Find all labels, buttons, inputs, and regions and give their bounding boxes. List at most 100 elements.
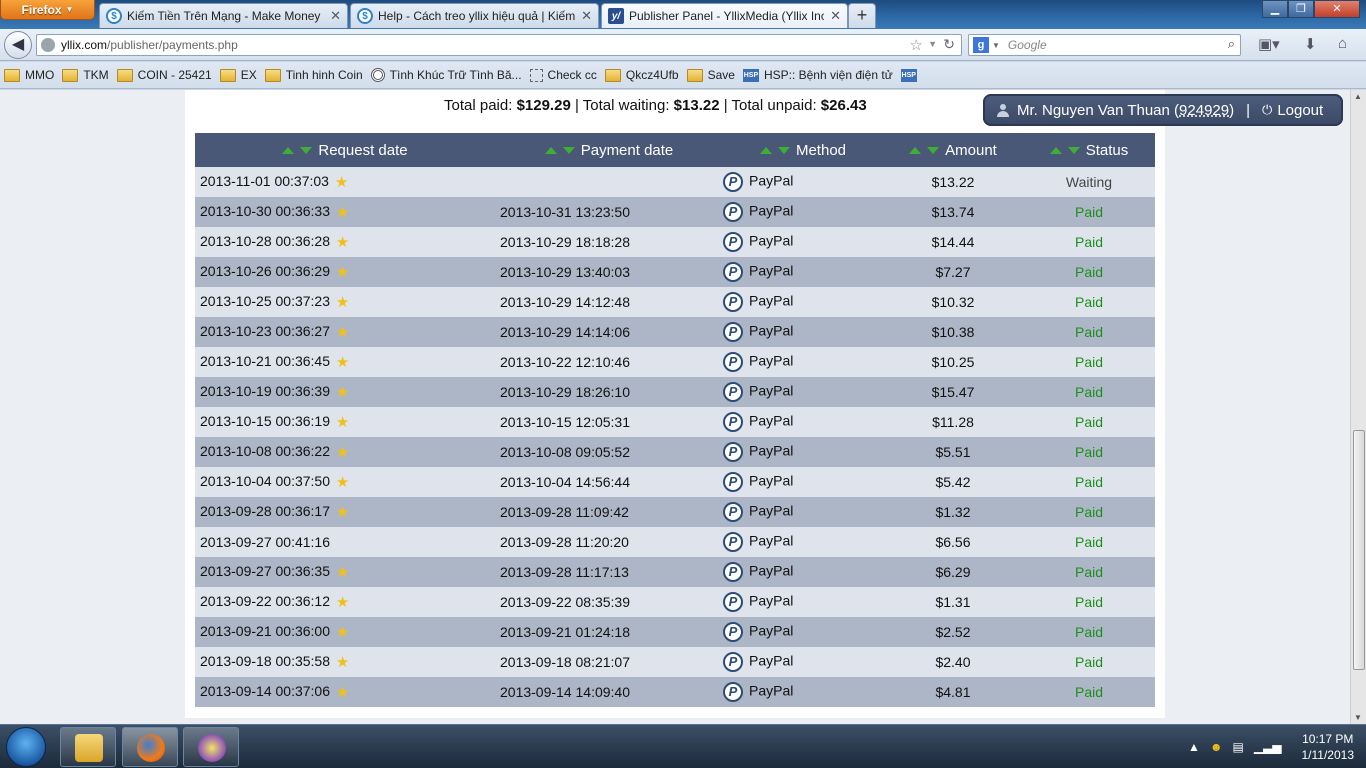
taskbar-messenger-button[interactable] bbox=[183, 727, 239, 767]
payment-amount: $10.25 bbox=[931, 354, 975, 370]
bookmark-item[interactable]: Tình Khúc Trữ Tình Bă... bbox=[370, 68, 522, 82]
payment-date: 2013-10-29 14:14:06 bbox=[500, 324, 630, 340]
star-icon: ★ bbox=[335, 504, 350, 521]
payment-date: 2013-09-28 11:17:13 bbox=[500, 564, 629, 580]
scroll-up-icon[interactable]: ▲ bbox=[1354, 92, 1362, 101]
payment-date-cell: 2013-09-14 14:09:40 bbox=[495, 677, 723, 707]
column-header-payment-date[interactable]: Payment date bbox=[495, 133, 723, 167]
url-bar[interactable]: yllix.com/publisher/payments.php ☆ ▼ ↻ bbox=[36, 34, 962, 56]
user-id[interactable]: 924929 bbox=[1179, 102, 1229, 119]
back-button[interactable]: ◀ bbox=[4, 31, 32, 59]
bookmark-item[interactable]: EX bbox=[219, 68, 257, 82]
logout-link[interactable]: Logout bbox=[1277, 102, 1323, 119]
sort-asc-icon[interactable] bbox=[544, 147, 557, 155]
search-icon[interactable]: ⌕ bbox=[1228, 36, 1235, 52]
home-icon[interactable]: ⌂ bbox=[1338, 35, 1347, 52]
request-date-cell: 2013-10-08 00:36:22 ★ bbox=[195, 437, 495, 467]
emoticon-icon[interactable]: ☻ bbox=[1210, 740, 1223, 754]
minimize-button[interactable]: ▁ bbox=[1262, 0, 1288, 18]
request-date-cell: 2013-09-27 00:41:16 bbox=[195, 527, 495, 557]
sort-desc-icon[interactable] bbox=[927, 147, 940, 155]
status-badge: Paid bbox=[1074, 444, 1104, 460]
bookmark-star-icon[interactable]: ☆ bbox=[910, 36, 923, 54]
total-paid-label: Total paid: bbox=[444, 97, 513, 114]
sort-asc-icon[interactable] bbox=[1049, 147, 1062, 155]
bookmark-item[interactable]: HSP HSP:: Bệnh viện điện tử bbox=[742, 68, 893, 82]
hsp-icon: HSP bbox=[900, 68, 917, 82]
new-tab-button[interactable]: + bbox=[848, 3, 876, 28]
downloads-icon[interactable]: ⬇ bbox=[1304, 35, 1317, 53]
column-header-amount[interactable]: Amount bbox=[883, 133, 1023, 167]
payment-amount: $13.74 bbox=[931, 204, 975, 220]
bookmark-item[interactable]: MMO bbox=[4, 68, 54, 82]
tab-help-yllix[interactable]: $ Help - Cách treo yllix hiệu quả | Kiếm… bbox=[350, 3, 599, 28]
close-icon[interactable]: ✕ bbox=[830, 8, 841, 24]
close-window-button[interactable]: ✕ bbox=[1314, 0, 1360, 18]
power-icon[interactable]: ⏻ bbox=[1262, 102, 1272, 118]
history-dropdown-icon[interactable]: ▼ bbox=[928, 39, 937, 49]
signal-icon[interactable]: ▁▃▅ bbox=[1254, 740, 1282, 754]
bookmark-item[interactable]: Save bbox=[686, 68, 735, 82]
tab-kiem-tien[interactable]: $ Kiếm Tiền Trên Mạng - Make Money ... ✕ bbox=[99, 3, 348, 28]
table-header-row: Request date Payment date Method Amount … bbox=[195, 133, 1155, 167]
amount-cell: $10.38 bbox=[883, 317, 1023, 347]
amount-cell: $10.25 bbox=[883, 347, 1023, 377]
method-cell: P PayPal bbox=[723, 347, 883, 377]
chevron-up-icon[interactable]: ▲ bbox=[1188, 740, 1200, 754]
bookmark-item[interactable]: Tinh hinh Coin bbox=[264, 68, 363, 82]
sort-asc-icon[interactable] bbox=[282, 147, 295, 155]
taskbar-explorer-button[interactable] bbox=[60, 727, 116, 767]
sort-asc-icon[interactable] bbox=[759, 147, 772, 155]
tab-publisher-panel[interactable]: y/ Publisher Panel - YllixMedia (Yllix I… bbox=[601, 3, 848, 28]
scroll-down-icon[interactable]: ▼ bbox=[1354, 713, 1362, 722]
sort-desc-icon[interactable] bbox=[1067, 147, 1080, 155]
close-icon[interactable]: ✕ bbox=[330, 8, 341, 24]
reload-icon[interactable]: ↻ bbox=[943, 36, 955, 53]
request-date: 2013-10-04 00:37:50 bbox=[200, 473, 330, 489]
payment-date-cell: 2013-10-29 14:14:06 bbox=[495, 317, 723, 347]
sort-asc-icon[interactable] bbox=[909, 147, 922, 155]
request-date: 2013-10-19 00:36:39 bbox=[200, 383, 330, 399]
firefox-menu-button[interactable]: Firefox ▼ bbox=[0, 0, 95, 20]
table-row: 2013-10-25 00:37:23 ★ 2013-10-29 14:12:48… bbox=[195, 287, 1155, 317]
column-header-status[interactable]: Status bbox=[1023, 133, 1155, 167]
google-engine-icon[interactable]: g bbox=[973, 37, 989, 53]
clock[interactable]: 10:17 PM 1/11/2013 bbox=[1302, 731, 1355, 763]
clipboard-icon[interactable]: ▤ bbox=[1232, 740, 1243, 754]
status-badge: Paid bbox=[1074, 204, 1104, 220]
bookmark-item[interactable]: COIN - 25421 bbox=[116, 68, 212, 82]
payment-method: PayPal bbox=[749, 232, 794, 249]
payment-date: 2013-09-28 11:09:42 bbox=[500, 504, 629, 520]
chevron-down-icon: ▼ bbox=[65, 5, 74, 14]
search-bar[interactable]: g ▼ Google ⌕ bbox=[968, 34, 1241, 56]
column-label: Payment date bbox=[580, 141, 674, 159]
restore-button[interactable]: ❐ bbox=[1288, 0, 1314, 18]
bookmark-overflow[interactable]: HSP bbox=[900, 68, 922, 82]
bookmark-item[interactable]: Qkcz4Ufb bbox=[604, 68, 679, 82]
method-cell: P PayPal bbox=[723, 317, 883, 347]
vertical-scrollbar[interactable]: ▲ ▼ bbox=[1350, 90, 1366, 724]
scrollbar-thumb[interactable] bbox=[1353, 430, 1365, 670]
column-label: Request date bbox=[318, 141, 408, 159]
payment-date: 2013-10-29 18:26:10 bbox=[500, 384, 630, 400]
paypal-icon: P bbox=[723, 352, 743, 372]
bookmark-item[interactable]: TKM bbox=[62, 68, 109, 82]
column-header-request-date[interactable]: Request date bbox=[195, 133, 495, 167]
payment-date-cell: 2013-10-29 18:18:28 bbox=[495, 227, 723, 257]
taskbar-firefox-button[interactable] bbox=[122, 727, 178, 767]
start-button[interactable] bbox=[6, 727, 46, 767]
sort-desc-icon[interactable] bbox=[562, 147, 575, 155]
request-date: 2013-10-26 00:36:29 bbox=[200, 263, 330, 279]
payment-date-cell: 2013-09-28 11:17:13 bbox=[495, 557, 723, 587]
close-icon[interactable]: ✕ bbox=[581, 8, 592, 24]
sort-desc-icon[interactable] bbox=[300, 147, 313, 155]
sort-desc-icon[interactable] bbox=[777, 147, 790, 155]
payment-date: 2013-10-15 12:05:31 bbox=[500, 414, 630, 430]
column-header-method[interactable]: Method bbox=[723, 133, 883, 167]
bookmark-item[interactable]: Check cc bbox=[529, 68, 597, 82]
user-name[interactable]: Mr. Nguyen Van Thuan bbox=[1017, 102, 1170, 119]
star-icon: ★ bbox=[335, 564, 350, 581]
payment-date: 2013-10-29 18:18:28 bbox=[500, 234, 630, 250]
chevron-down-icon[interactable]: ▼ bbox=[992, 41, 1000, 50]
bookmarks-menu-icon[interactable]: ▣▾ bbox=[1258, 35, 1280, 53]
